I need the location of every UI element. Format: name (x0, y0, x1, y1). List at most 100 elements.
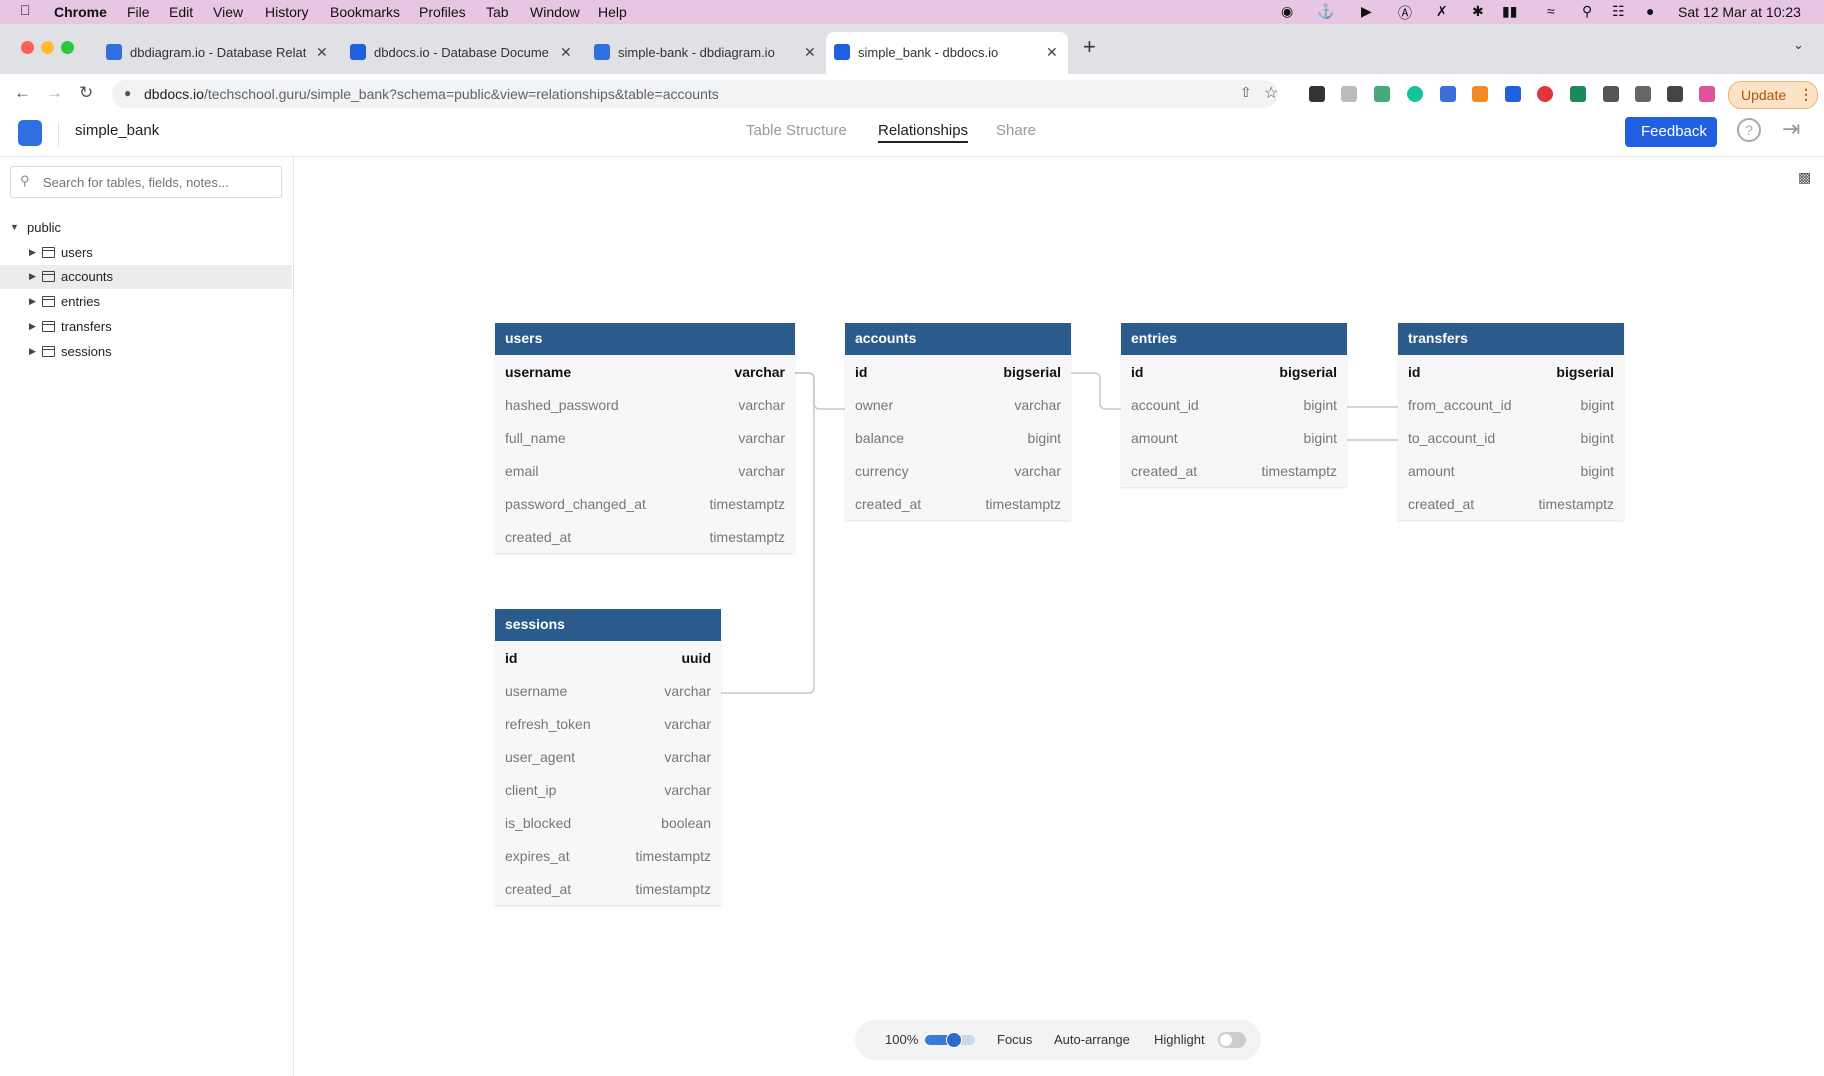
menu-window[interactable]: Window (530, 4, 580, 20)
search-input[interactable] (41, 171, 275, 193)
table-users[interactable]: users username varchar hashed_password var… (495, 323, 795, 553)
table-header[interactable]: entries (1121, 323, 1347, 355)
share-icon[interactable]: ⇧ (1240, 84, 1252, 101)
extension-9-icon[interactable] (1570, 86, 1586, 102)
reload-icon[interactable]: ↻ (79, 83, 93, 103)
field-row[interactable]: username varchar (495, 355, 795, 388)
table-sessions[interactable]: sessions id uuid username varchar refresh_… (495, 609, 721, 905)
menu-bookmarks[interactable]: Bookmarks (330, 4, 400, 20)
siri-icon[interactable]: ● (1646, 3, 1654, 19)
menu-chrome[interactable]: Chrome (54, 4, 107, 20)
zoom-slider-handle[interactable] (945, 1032, 962, 1048)
field-row[interactable]: user_agent varchar (495, 740, 721, 773)
bookmark-star-icon[interactable]: ☆ (1264, 83, 1278, 103)
menu-help[interactable]: Help (598, 4, 627, 20)
browser-tab-1[interactable]: dbdiagram.io - Database Relati ✕ (98, 32, 338, 74)
mute-icon[interactable]: ✗ (1436, 3, 1448, 20)
feedback-button[interactable]: Feedback (1625, 117, 1717, 147)
field-row[interactable]: expires_at timestamptz (495, 839, 721, 872)
more-menu-icon[interactable]: ⋮ (1799, 86, 1813, 103)
tab-search-chevron-icon[interactable]: ⌄ (1793, 37, 1804, 53)
table-header[interactable]: transfers (1398, 323, 1624, 355)
browser-tab-3[interactable]: simple-bank - dbdiagram.io ✕ (586, 32, 826, 74)
highlight-toggle[interactable] (1218, 1032, 1246, 1048)
focus-button[interactable]: Focus (997, 1032, 1032, 1047)
field-row[interactable]: balance bigint (845, 421, 1071, 454)
ref-line-users-accounts[interactable] (794, 372, 845, 410)
wifi-icon[interactable]: ≈ (1547, 3, 1555, 19)
search-box[interactable]: ⚲ (10, 166, 282, 198)
lock-icon[interactable]: ● (124, 86, 131, 100)
back-icon[interactable]: ← (14, 83, 31, 103)
sidebar-item-sessions[interactable]: ▶ sessions (0, 340, 292, 364)
table-header[interactable]: sessions (495, 609, 721, 641)
field-row[interactable]: amount bigint (1398, 454, 1624, 487)
sidebar-item-transfers[interactable]: ▶ transfers (0, 315, 292, 339)
ref-line-accounts-entries[interactable] (1070, 372, 1121, 410)
sidebar-item-users[interactable]: ▶ users (0, 241, 292, 265)
bluetooth-icon[interactable]: ✱ (1472, 3, 1484, 20)
sidebar-item-accounts[interactable]: ▶ accounts (0, 265, 292, 289)
browser-tab-2[interactable]: dbdocs.io - Database Docume ✕ (342, 32, 582, 74)
input-source-icon[interactable]: Ⓐ (1398, 3, 1412, 23)
menu-file[interactable]: File (127, 4, 150, 20)
control-center-icon[interactable]: ☷ (1612, 3, 1625, 20)
extension-13-icon[interactable] (1699, 86, 1715, 102)
menu-view[interactable]: View (213, 4, 243, 20)
menu-history[interactable]: History (265, 4, 309, 20)
auto-arrange-button[interactable]: Auto-arrange (1054, 1032, 1130, 1047)
field-row[interactable]: id bigserial (1121, 355, 1347, 388)
adblock-icon[interactable] (1537, 86, 1553, 102)
minimize-window-button[interactable] (41, 41, 54, 54)
reading-list-icon[interactable] (1635, 86, 1651, 102)
field-row[interactable]: username varchar (495, 674, 721, 707)
menu-tab[interactable]: Tab (486, 4, 509, 20)
save-layout-icon[interactable]: ▩ (1798, 169, 1811, 186)
field-row[interactable]: created_at timestamptz (845, 487, 1071, 520)
extension-2-icon[interactable] (1341, 86, 1357, 102)
address-bar[interactable]: ● dbdocs.io/techschool.guru/simple_bank?… (112, 80, 1278, 108)
caret-down-icon[interactable]: ▼ (10, 222, 19, 232)
schema-public[interactable]: ▼ public (0, 216, 292, 240)
field-row[interactable]: refresh_token varchar (495, 707, 721, 740)
menu-profiles[interactable]: Profiles (419, 4, 466, 20)
field-row[interactable]: full_name varchar (495, 421, 795, 454)
help-icon[interactable]: ? (1737, 118, 1761, 142)
field-row[interactable]: client_ip varchar (495, 773, 721, 806)
caret-right-icon[interactable]: ▶ (29, 271, 36, 282)
field-row[interactable]: created_at timestamptz (1121, 454, 1347, 487)
zoom-slider[interactable] (925, 1032, 975, 1048)
metamask-icon[interactable] (1472, 86, 1488, 102)
zoom-window-button[interactable] (61, 41, 74, 54)
search-icon[interactable]: ⚲ (1582, 3, 1592, 20)
chrome-update-button[interactable]: Update ⋮ (1728, 81, 1818, 109)
field-row[interactable]: password_changed_at timestamptz (495, 487, 795, 520)
forward-icon[interactable]: → (46, 83, 63, 103)
apple-icon[interactable]:  (20, 2, 31, 18)
play-icon[interactable]: ▶ (1361, 3, 1372, 20)
field-row[interactable]: id bigserial (845, 355, 1071, 388)
dbdocs-logo-icon[interactable] (18, 120, 42, 146)
field-row[interactable]: from_account_id bigint (1398, 388, 1624, 421)
field-row[interactable]: account_id bigint (1121, 388, 1347, 421)
sidebar-item-entries[interactable]: ▶ entries (0, 290, 292, 314)
field-row[interactable]: created_at timestamptz (495, 520, 795, 553)
record-icon[interactable]: ◉ (1281, 3, 1293, 20)
table-transfers[interactable]: transfers id bigserial from_account_id big… (1398, 323, 1624, 520)
extension-5-icon[interactable] (1440, 86, 1456, 102)
side-panel-icon[interactable] (1667, 86, 1683, 102)
menu-edit[interactable]: Edit (169, 4, 193, 20)
field-row[interactable]: amount bigint (1121, 421, 1347, 454)
sign-in-icon[interactable]: ⇥ (1782, 116, 1800, 142)
table-entries[interactable]: entries id bigserial account_id bigint amo… (1121, 323, 1347, 487)
field-row[interactable]: to_account_id bigint (1398, 421, 1624, 454)
battery-icon[interactable]: ▮▮ (1502, 3, 1517, 20)
extension-1-icon[interactable] (1309, 86, 1325, 102)
grammarly-icon[interactable] (1407, 86, 1423, 102)
table-accounts[interactable]: accounts id bigserial owner varchar balanc… (845, 323, 1071, 520)
field-row[interactable]: id bigserial (1398, 355, 1624, 388)
tab-relationships[interactable]: Relationships (878, 122, 969, 143)
field-row[interactable]: hashed_password varchar (495, 388, 795, 421)
field-row[interactable]: owner varchar (845, 388, 1071, 421)
table-header[interactable]: users (495, 323, 795, 355)
